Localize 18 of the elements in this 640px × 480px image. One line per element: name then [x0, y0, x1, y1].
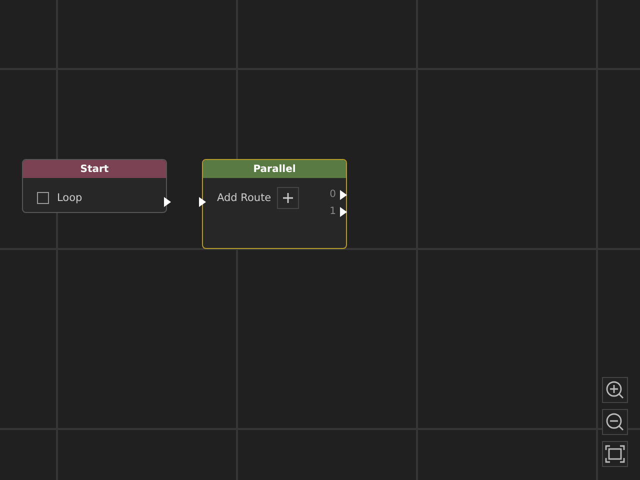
node-title: Start	[80, 164, 109, 174]
port-number: 0	[330, 189, 336, 200]
fit-button[interactable]	[602, 441, 628, 467]
checkbox[interactable]	[37, 192, 49, 204]
zoom-in-button[interactable]	[602, 377, 628, 403]
node-title: Parallel	[253, 164, 296, 174]
add-route-label: Add Route	[217, 192, 272, 204]
output-port-icon[interactable]	[164, 197, 171, 207]
node-card[interactable]: Parallel Add Route 0 1	[202, 159, 347, 249]
checkbox-label: Loop	[57, 192, 82, 204]
zoom-in-icon	[605, 380, 625, 400]
add-button[interactable]	[277, 187, 300, 209]
zoom-out-button[interactable]	[602, 409, 628, 435]
plus-icon	[283, 193, 294, 203]
input-port-icon[interactable]	[199, 197, 206, 207]
fit-view-icon	[605, 445, 625, 463]
zoom-out-icon	[605, 412, 625, 432]
port-number: 1	[330, 206, 336, 217]
